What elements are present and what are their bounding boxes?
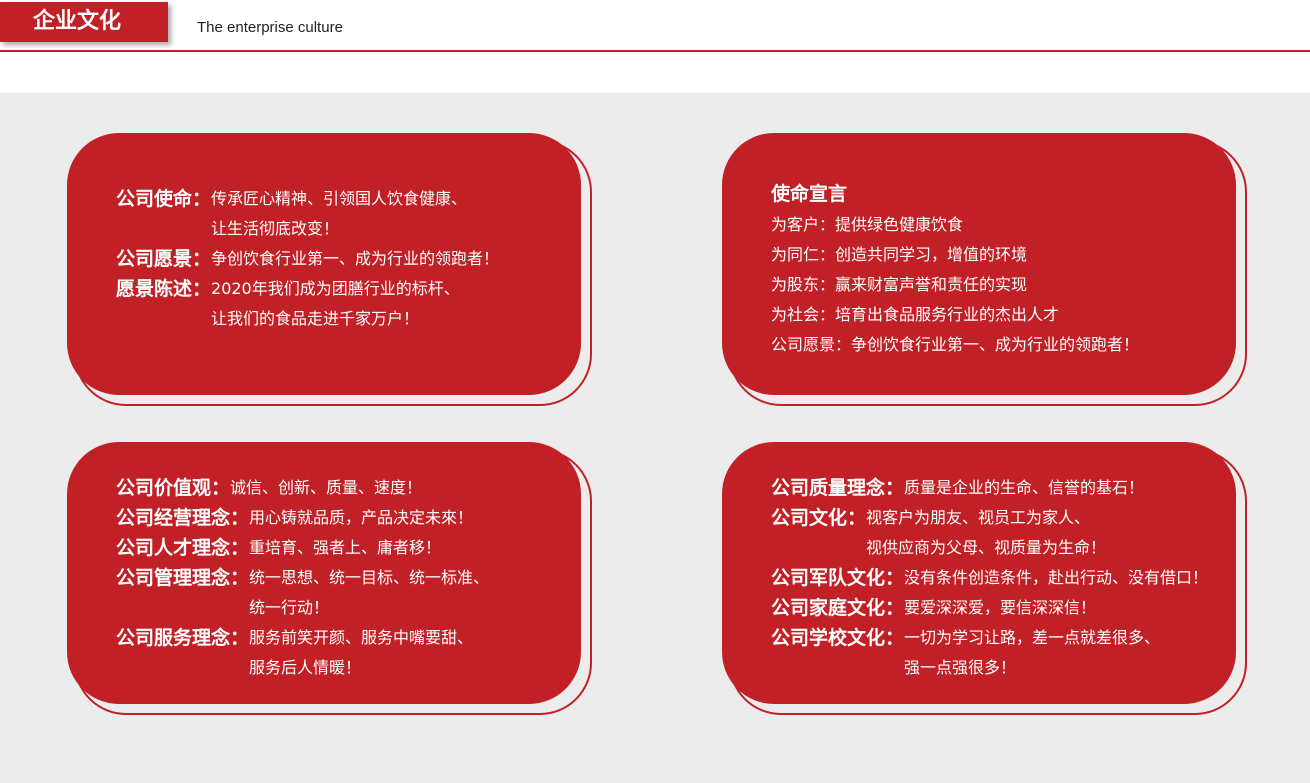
values-row: 公司价值观： 诚信、创新、质量、速度！: [116, 473, 489, 503]
row-label: 公司质量理念：: [771, 477, 905, 499]
card-content: 公司质量理念： 质量是企业的生命、信誉的基石！ 公司文化： 视客户为朋友、视员工…: [771, 473, 1208, 683]
declaration-line: 公司愿景：争创饮食行业第一、成为行业的领跑者！: [771, 335, 1140, 354]
row-line: 2020年我们成为团膳行业的标杆、: [211, 279, 460, 298]
culture-row: 公司文化： 视客户为朋友、视员工为家人、 视供应商为父母、视质量为生命！: [771, 503, 1208, 563]
card-content: 使命宣言 为客户：提供绿色健康饮食 为同仁：创造共同学习，增值的环境 为股东：赢…: [771, 178, 1139, 360]
row-label: 公司学校文化：: [771, 627, 905, 649]
row-line: 用心铸就品质，产品决定未來！: [249, 508, 474, 527]
service-row: 公司服务理念： 服务前笑开颜、服务中嘴要甜、 服务后人情暖！: [116, 623, 489, 683]
row-text: 2020年我们成为团膳行业的标杆、 让我们的食品走进千家万户！: [211, 274, 460, 334]
army-culture-row: 公司军队文化： 没有条件创造条件，赴出行动、没有借口！: [771, 563, 1208, 593]
row-line: 重培育、强者上、庸者移！: [249, 538, 442, 557]
row-text: 一切为学习让路，差一点就差很多、 强一点强很多！: [904, 623, 1160, 683]
management-row: 公司管理理念： 统一思想、统一目标、统一标准、 统一行动！: [116, 563, 489, 623]
declaration-line: 为股东：赢来财富声誉和责任的实现: [771, 275, 1028, 294]
row-text: 统一思想、统一目标、统一标准、 统一行动！: [249, 563, 489, 623]
card-body: 公司使命： 传承匠心精神、引领国人饮食健康、 让生活彻底改变！ 公司愿景： 争创…: [67, 133, 581, 395]
row-line: 服务后人情暖！: [249, 658, 362, 677]
row-line: 要爱深深爱，要信深深信！: [904, 598, 1097, 617]
row-line: 一切为学习让路，差一点就差很多、: [904, 628, 1161, 647]
row-label: 公司文化：: [771, 507, 867, 529]
quality-row: 公司质量理念： 质量是企业的生命、信誉的基石！: [771, 473, 1208, 503]
row-line: 视客户为朋友、视员工为家人、: [866, 508, 1091, 527]
declaration-line: 为客户：提供绿色健康饮食: [771, 215, 964, 234]
vision-statement-row: 愿景陈述： 2020年我们成为团膳行业的标杆、 让我们的食品走进千家万户！: [116, 274, 499, 334]
row-text: 服务前笑开颜、服务中嘴要甜、 服务后人情暖！: [249, 623, 473, 683]
row-label: 愿景陈述：: [116, 278, 212, 300]
mission-declaration-card: 使命宣言 为客户：提供绿色健康饮食 为同仁：创造共同学习，增值的环境 为股东：赢…: [722, 133, 1247, 406]
row-line: 让生活彻底改变！: [211, 219, 340, 238]
row-label: 公司军队文化：: [771, 567, 905, 589]
row-label: 公司愿景：: [116, 248, 212, 270]
business-row: 公司经营理念： 用心铸就品质，产品决定未來！: [116, 503, 489, 533]
row-line: 统一思想、统一目标、统一标准、: [249, 568, 490, 587]
row-text: 传承匠心精神、引领国人饮食健康、 让生活彻底改变！: [211, 184, 467, 244]
vision-row: 公司愿景： 争创饮食行业第一、成为行业的领跑者！: [116, 244, 499, 274]
talent-row: 公司人才理念： 重培育、强者上、庸者移！: [116, 533, 489, 563]
row-line: 视供应商为父母、视质量为生命！: [866, 538, 1107, 557]
row-label: 公司管理理念：: [116, 567, 250, 589]
row-line: 诚信、创新、质量、速度！: [230, 478, 423, 497]
row-label: 公司使命：: [116, 188, 212, 210]
culture-card: 公司质量理念： 质量是企业的生命、信誉的基石！ 公司文化： 视客户为朋友、视员工…: [722, 442, 1247, 715]
row-label: 公司服务理念：: [116, 627, 250, 649]
declaration-line: 为社会：培育出食品服务行业的杰出人才: [771, 305, 1060, 324]
mission-row: 公司使命： 传承匠心精神、引领国人饮食健康、 让生活彻底改变！: [116, 184, 499, 244]
row-text: 视客户为朋友、视员工为家人、 视供应商为父母、视质量为生命！: [866, 503, 1106, 563]
family-culture-row: 公司家庭文化： 要爱深深爱，要信深深信！: [771, 593, 1208, 623]
card-body: 公司价值观： 诚信、创新、质量、速度！ 公司经营理念： 用心铸就品质，产品决定未…: [67, 442, 581, 704]
row-label: 公司价值观：: [116, 477, 231, 499]
header: 企业文化 The enterprise culture: [0, 0, 1310, 52]
row-line: 争创饮食行业第一、成为行业的领跑者！: [211, 249, 500, 268]
declaration-line: 为同仁：创造共同学习，增值的环境: [771, 245, 1028, 264]
card-content: 公司使命： 传承匠心精神、引领国人饮食健康、 让生活彻底改变！ 公司愿景： 争创…: [116, 184, 499, 334]
row-label: 公司经营理念：: [116, 507, 250, 529]
row-line: 传承匠心精神、引领国人饮食健康、: [211, 189, 468, 208]
row-line: 强一点强很多！: [904, 658, 1017, 677]
school-culture-row: 公司学校文化： 一切为学习让路，差一点就差很多、 强一点强很多！: [771, 623, 1208, 683]
values-card: 公司价值观： 诚信、创新、质量、速度！ 公司经营理念： 用心铸就品质，产品决定未…: [67, 442, 592, 715]
row-line: 统一行动！: [249, 598, 330, 617]
row-line: 让我们的食品走进千家万户！: [211, 309, 420, 328]
page-title: 企业文化: [0, 2, 168, 42]
row-label: 公司家庭文化：: [771, 597, 905, 619]
page-subtitle: The enterprise culture: [197, 19, 343, 36]
mission-card: 公司使命： 传承匠心精神、引领国人饮食健康、 让生活彻底改变！ 公司愿景： 争创…: [67, 133, 592, 406]
row-line: 没有条件创造条件，赴出行动、没有借口！: [904, 568, 1209, 587]
row-line: 服务前笑开颜、服务中嘴要甜、: [249, 628, 474, 647]
row-line: 质量是企业的生命、信誉的基石！: [904, 478, 1145, 497]
card-body: 使命宣言 为客户：提供绿色健康饮食 为同仁：创造共同学习，增值的环境 为股东：赢…: [722, 133, 1236, 395]
card-body: 公司质量理念： 质量是企业的生命、信誉的基石！ 公司文化： 视客户为朋友、视员工…: [722, 442, 1236, 704]
card-content: 公司价值观： 诚信、创新、质量、速度！ 公司经营理念： 用心铸就品质，产品决定未…: [116, 473, 489, 683]
card-heading: 使命宣言: [771, 183, 848, 205]
header-divider: [0, 50, 1310, 52]
row-label: 公司人才理念：: [116, 537, 250, 559]
